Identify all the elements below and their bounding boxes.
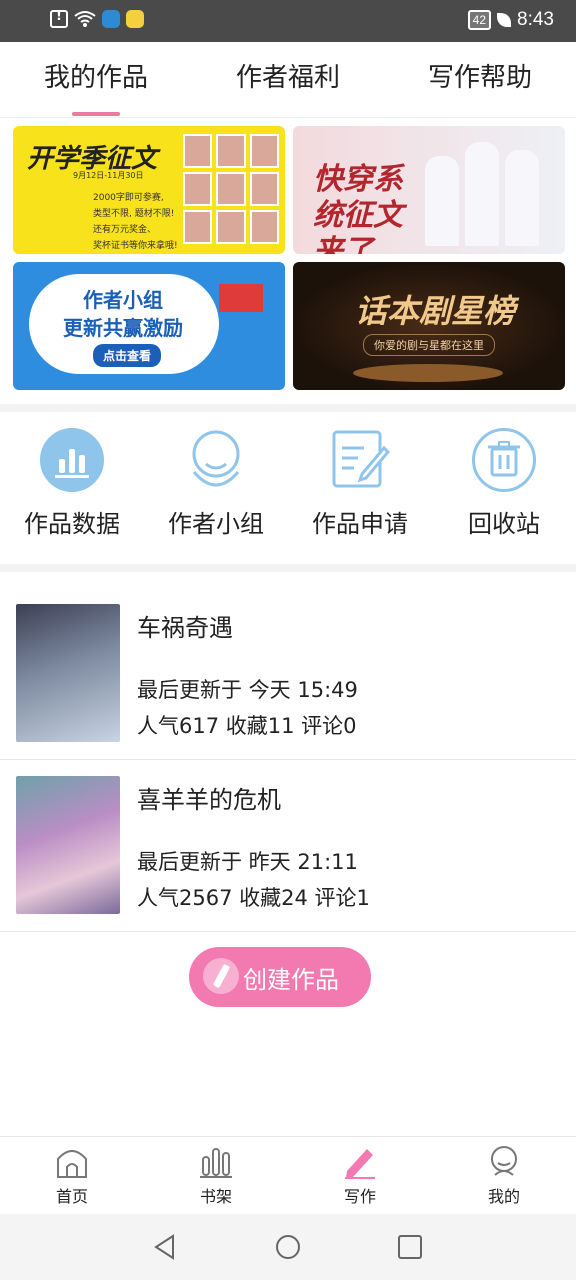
shortcut-work-data[interactable]: 作品数据 [0, 428, 144, 539]
work-updated-time: 最后更新于 昨天 21:11 [137, 850, 358, 874]
work-cover-image [16, 776, 120, 914]
section-divider [0, 404, 576, 412]
shortcut-label: 作品申请 [312, 510, 408, 538]
top-tabs: 我的作品 作者福利 写作帮助 [0, 42, 576, 118]
work-stats: 人气617 收藏11 评论0 [137, 714, 357, 738]
status-bar: 42 8:43 [0, 0, 576, 42]
tab-my-works[interactable]: 我的作品 [0, 42, 192, 118]
nav-label: 首页 [55, 1187, 88, 1206]
alert-icon [50, 9, 68, 28]
pencil-icon [343, 1145, 377, 1179]
nav-profile[interactable]: 我的 [432, 1137, 576, 1215]
app-notification-icon [126, 10, 144, 28]
power-saving-icon [497, 13, 512, 27]
clock: 8:43 [517, 9, 554, 30]
shortcut-recycle-bin[interactable]: 回收站 [432, 428, 576, 539]
banner-author-group[interactable]: 作者小组 更新共赢激励 点击查看 [13, 262, 285, 390]
tab-writing-help[interactable]: 写作帮助 [384, 42, 576, 118]
banner-date: 9月12日-11月30日 [73, 171, 144, 180]
shortcut-label: 回收站 [468, 510, 540, 538]
nav-label: 我的 [487, 1187, 520, 1206]
section-divider [0, 564, 576, 572]
nav-label: 写作 [343, 1187, 376, 1206]
banner-drama-ranking[interactable]: 话本剧星榜 你爱的剧与星都在这里 [293, 262, 565, 390]
banner-title: 快穿系统征文来了 [313, 162, 403, 254]
system-navigation-bar [0, 1214, 576, 1280]
app-notification-icon [102, 10, 120, 28]
photo-collage [183, 134, 279, 244]
bookshelf-icon [199, 1145, 233, 1179]
work-updated-time: 最后更新于 今天 15:49 [137, 678, 358, 702]
banner-cta-button[interactable]: 点击查看 [93, 344, 162, 367]
edit-document-icon [328, 428, 392, 492]
banner-title: 话本剧星榜 [355, 292, 516, 330]
shortcut-label: 作者小组 [168, 510, 264, 538]
profile-icon [487, 1145, 521, 1179]
trash-icon [472, 428, 536, 492]
bottom-navigation: 首页 书架 写作 我的 [0, 1136, 576, 1214]
stage-graphic [353, 364, 503, 382]
create-work-label: 创建作品 [243, 965, 339, 994]
home-icon [55, 1145, 89, 1179]
shortcut-label: 作品数据 [24, 510, 120, 538]
wifi-icon [74, 10, 96, 28]
group-icon [184, 428, 248, 492]
pencil-icon [203, 958, 239, 994]
banner-time-travel[interactable]: 快穿系统征文来了 [293, 126, 565, 254]
work-title: 喜羊羊的危机 [137, 786, 281, 814]
banner-text: 2000字即可参赛, 类型不限, 题材不限! 还有万元奖金、 奖杯证书等你来拿哦… [93, 193, 178, 251]
flag-icon [219, 284, 263, 312]
shortcut-work-application[interactable]: 作品申请 [288, 428, 432, 539]
home-circle-icon[interactable] [275, 1234, 301, 1260]
nav-bookshelf[interactable]: 书架 [144, 1137, 288, 1215]
work-cover-image [16, 604, 120, 742]
nav-home[interactable]: 首页 [0, 1137, 144, 1215]
work-title: 车祸奇遇 [137, 614, 233, 642]
characters-illustration [425, 136, 545, 246]
nav-label: 书架 [199, 1187, 232, 1206]
banner-contest[interactable]: 开学季征文 9月12日-11月30日 2000字即可参赛, 类型不限, 题材不限… [13, 126, 285, 254]
battery-indicator: 42 [467, 10, 492, 30]
work-item[interactable]: 车祸奇遇 最后更新于 今天 15:49 人气617 收藏11 评论0 [0, 588, 576, 760]
create-work-button[interactable]: 创建作品 [189, 947, 371, 1007]
tab-author-benefits[interactable]: 作者福利 [192, 42, 384, 118]
banner-title: 作者小组 更新共赢激励 [63, 288, 183, 340]
bar-chart-icon [40, 428, 104, 492]
banner-subtitle: 你爱的剧与星都在这里 [363, 334, 495, 356]
nav-write[interactable]: 写作 [288, 1137, 432, 1215]
work-stats: 人气2567 收藏24 评论1 [137, 886, 370, 910]
shortcut-author-group[interactable]: 作者小组 [144, 428, 288, 539]
back-icon[interactable] [152, 1234, 178, 1260]
recents-icon[interactable] [397, 1234, 423, 1260]
work-item[interactable]: 喜羊羊的危机 最后更新于 昨天 21:11 人气2567 收藏24 评论1 [0, 760, 576, 932]
